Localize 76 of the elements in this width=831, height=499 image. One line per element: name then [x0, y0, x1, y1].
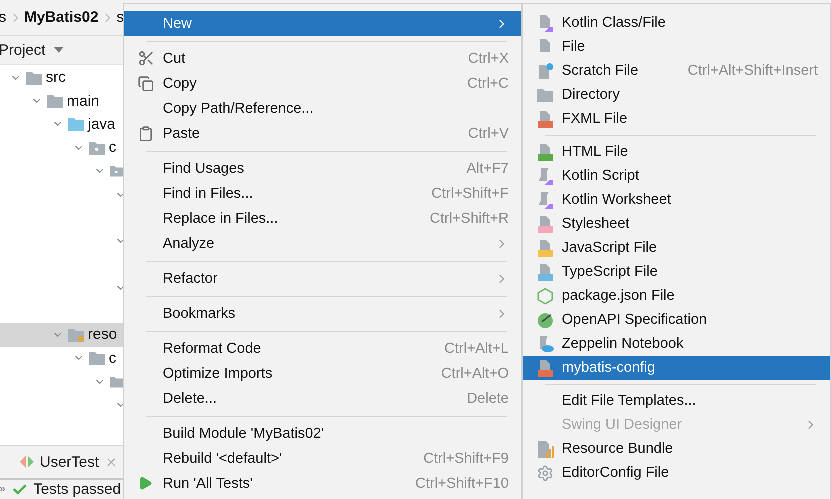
gear-icon — [537, 464, 554, 482]
dropdown-caret-icon[interactable] — [54, 47, 64, 53]
menu-item[interactable]: Resource Bundle — [523, 437, 830, 461]
project-view-title[interactable]: Project — [0, 42, 46, 58]
xml-file-icon — [537, 360, 554, 376]
nodejs-icon — [537, 288, 554, 304]
menu-item[interactable]: Refactor — [124, 266, 521, 291]
tree-item[interactable]: c — [109, 350, 116, 367]
menu-item[interactable]: Stylesheet — [523, 212, 830, 236]
typescript-file-icon — [537, 264, 554, 280]
kotlin-script-icon — [537, 168, 554, 184]
css-file-icon — [537, 216, 554, 232]
menu-item[interactable]: Paste Ctrl+V — [124, 121, 521, 146]
kotlin-script-icon — [537, 192, 554, 208]
scissors-icon — [138, 50, 155, 67]
selected-tree-row[interactable]: reso — [0, 323, 123, 347]
menu-item[interactable]: package.json File — [523, 284, 830, 308]
menu-item[interactable]: Delete... Delete — [124, 386, 521, 411]
run-icon — [138, 476, 153, 491]
menu-item[interactable]: Analyze — [124, 231, 521, 256]
menu-item[interactable]: Copy Path/Reference... — [124, 96, 521, 121]
menu-item[interactable]: Copy Ctrl+C — [124, 71, 521, 96]
breadcrumb-item[interactable]: MyBatis02 — [24, 9, 99, 26]
menu-item[interactable]: Rebuild '<default>' Ctrl+Shift+F9 — [124, 446, 521, 471]
close-icon[interactable] — [105, 456, 118, 468]
tree-item[interactable]: java — [88, 116, 116, 133]
clipboard-icon — [138, 126, 154, 142]
menu-item[interactable]: Reformat Code Ctrl+Alt+L — [124, 336, 521, 361]
menu-item[interactable]: Replace in Files... Ctrl+Shift+R — [124, 206, 521, 231]
menu-item[interactable]: mybatis-config — [523, 356, 830, 380]
copy-icon — [138, 76, 154, 92]
resources-folder-icon — [68, 328, 84, 342]
tree-item[interactable]: src — [46, 69, 66, 86]
folder-icon — [68, 117, 84, 132]
folder-icon — [89, 351, 105, 366]
menu-item[interactable]: File — [523, 35, 830, 59]
tree-item[interactable]: reso — [88, 326, 118, 344]
bar-chart-icon — [537, 440, 554, 458]
menu-item[interactable]: New — [124, 11, 521, 36]
scratch-file-icon — [537, 62, 554, 80]
menu-item[interactable]: Edit File Templates... — [523, 389, 830, 413]
menu-item[interactable]: Find Usages Alt+F7 — [124, 156, 521, 181]
menu-item[interactable]: HTML File — [523, 140, 830, 164]
openapi-icon — [537, 312, 554, 328]
folder-icon — [537, 88, 553, 102]
package-folder-icon — [89, 140, 105, 155]
tree-item[interactable]: c — [109, 139, 116, 156]
xml-file-icon — [537, 110, 554, 128]
menu-item[interactable]: OpenAPI Specification — [523, 308, 830, 332]
menu-item[interactable]: Cut Ctrl+X — [124, 46, 521, 71]
menu-item[interactable]: Kotlin Worksheet — [523, 188, 830, 212]
test-status: Tests passed — [34, 481, 122, 498]
menu-item[interactable]: Bookmarks — [124, 301, 521, 326]
menu-item[interactable]: EditorConfig File — [523, 461, 830, 485]
menu-item[interactable]: Kotlin Script — [523, 164, 830, 188]
menu-item[interactable]: Build Module 'MyBatis02' — [124, 421, 521, 446]
tree-item[interactable]: main — [67, 92, 100, 110]
html-file-icon — [537, 144, 554, 160]
menu-item[interactable]: Kotlin Class/File — [523, 11, 830, 35]
menu-item[interactable]: Scratch File Ctrl+Alt+Shift+Insert — [523, 59, 830, 83]
menu-item[interactable]: Run 'All Tests' Ctrl+Shift+F10 — [124, 471, 521, 496]
menu-item[interactable]: Find in Files... Ctrl+Shift+F — [124, 181, 521, 206]
test-run-icon — [20, 456, 34, 468]
menu-item[interactable]: Directory — [523, 83, 830, 107]
zeppelin-icon — [537, 336, 554, 352]
folder-icon — [47, 94, 63, 108]
menu-item[interactable]: Optimize Imports Ctrl+Alt+O — [124, 361, 521, 386]
folder-icon — [26, 70, 42, 85]
run-tab[interactable]: UserTest — [40, 454, 100, 470]
menu-item[interactable]: JavaScript File — [523, 236, 830, 260]
menu-item[interactable]: FXML File — [523, 107, 830, 131]
more-text[interactable]: » — [0, 484, 6, 495]
kotlin-file-icon — [537, 14, 554, 32]
menu-item[interactable]: Zeppelin Notebook — [523, 332, 830, 356]
menu-item[interactable]: TypeScript File — [523, 260, 830, 284]
javascript-file-icon — [537, 240, 554, 256]
